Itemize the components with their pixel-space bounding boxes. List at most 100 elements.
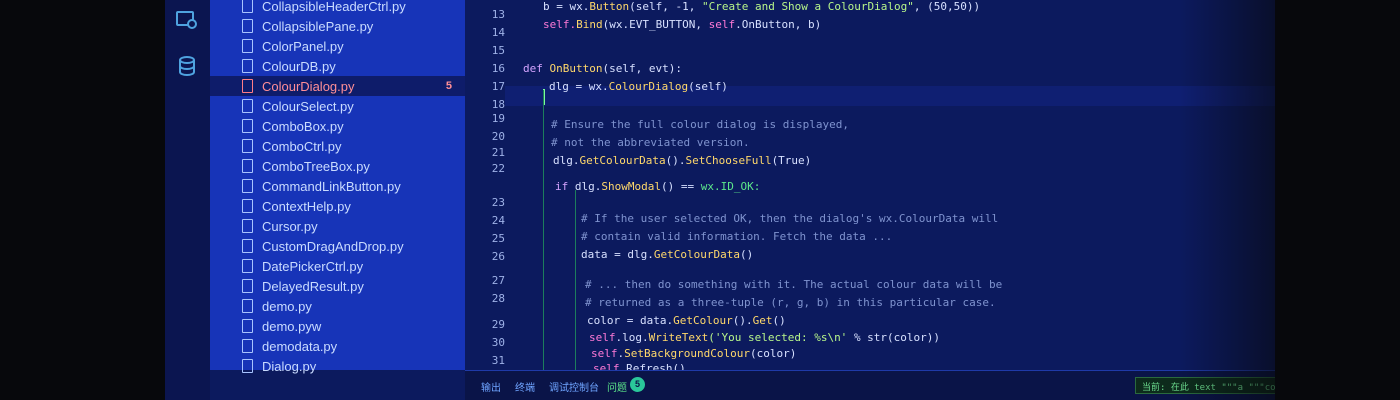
code-line-33: self.SetBackgroundColour(color)	[591, 347, 797, 360]
file-label: CollapsiblePane.py	[262, 18, 374, 34]
file-icon	[242, 239, 253, 253]
file-icon	[242, 359, 253, 373]
file-item[interactable]: demo.py	[210, 296, 465, 316]
line-number: 15	[491, 44, 505, 57]
code-line-34: self.Refresh()	[593, 362, 686, 370]
code-line-21: dlg.GetColourData().SetChooseFull(True)	[553, 154, 812, 167]
code-editor[interactable]: b = wx.Button(self, -1, "Create and Show…	[505, 0, 1275, 370]
file-label: ColourDB.py	[262, 58, 336, 74]
tab-problems[interactable]: 问题	[607, 379, 627, 394]
file-item[interactable]: demodata.py	[210, 336, 465, 356]
line-number: 23	[491, 196, 505, 209]
file-item[interactable]: ColourDialog.py 5	[210, 76, 465, 96]
line-number: 22	[491, 162, 505, 175]
code-line-14: self.Bind(wx.EVT_BUTTON, self.OnButton, …	[543, 18, 822, 31]
file-explorer: CollapsibleHeaderCtrl.py CollapsiblePane.…	[210, 0, 465, 374]
code-line-19: # Ensure the full colour dialog is displ…	[551, 118, 850, 131]
file-icon	[242, 259, 253, 273]
file-item[interactable]: ComboCtrl.py	[210, 136, 465, 156]
status-strip: 当前: 在此 text """a """color module"	[1135, 377, 1275, 394]
file-icon	[242, 79, 253, 93]
file-label: demo.pyw	[262, 318, 322, 334]
file-label: ComboTreeBox.py	[262, 158, 370, 174]
line-number: 19	[491, 112, 505, 125]
code-line-16: def OnButton(self, evt):	[523, 62, 682, 75]
line-number-gutter: 13 14 15 16 17 18 19 20 21 22 23 24 25 26 27 28 29 30 31	[465, 0, 505, 370]
file-icon	[242, 39, 253, 53]
line-number: 17	[491, 80, 505, 93]
code-line-13: b = wx.Button(self, -1, "Create and Show…	[543, 0, 981, 13]
file-item[interactable]: CustomDragAndDrop.py	[210, 236, 465, 256]
file-icon	[242, 139, 253, 153]
problem-count-badge: 5	[445, 80, 452, 92]
file-label: ComboCtrl.py	[262, 138, 342, 154]
file-icon	[242, 339, 253, 353]
file-label: ColourDialog.py	[262, 78, 355, 94]
code-line-17: dlg = wx.ColourDialog(self)	[549, 80, 728, 93]
tab-terminal[interactable]: 终端	[515, 379, 535, 394]
line-number: 24	[491, 214, 505, 227]
file-icon	[242, 179, 253, 193]
file-label: CustomDragAndDrop.py	[262, 238, 404, 254]
file-item[interactable]: ContextHelp.py	[210, 196, 465, 216]
file-item[interactable]: ColorPanel.py	[210, 36, 465, 56]
file-label: DelayedResult.py	[262, 278, 364, 294]
file-label: ComboBox.py	[262, 118, 344, 134]
code-line-26: # contain valid information. Fetch the d…	[581, 230, 893, 243]
code-line-30: # returned as a three-tuple (r, g, b) in…	[585, 296, 996, 309]
file-label: ColourSelect.py	[262, 98, 354, 114]
code-line-27: data = dlg.GetColourData()	[581, 248, 754, 261]
file-icon	[242, 59, 253, 73]
indent-guide	[543, 90, 544, 370]
file-item[interactable]: ComboBox.py	[210, 116, 465, 136]
line-number: 18	[491, 98, 505, 111]
line-number: 16	[491, 62, 505, 75]
line-number: 20	[491, 130, 505, 143]
tab-output[interactable]: 输出	[481, 379, 501, 394]
file-icon	[242, 119, 253, 133]
file-icon	[242, 219, 253, 233]
code-line-25: # If the user selected OK, then the dial…	[581, 212, 999, 225]
file-item[interactable]: Cursor.py	[210, 216, 465, 236]
file-label: demodata.py	[262, 338, 338, 354]
line-number: 25	[491, 232, 505, 245]
folder-sync-icon[interactable]	[175, 8, 199, 32]
line-number: 13	[491, 8, 505, 21]
file-item[interactable]: CommandLinkButton.py	[210, 176, 465, 196]
file-item[interactable]: ColourSelect.py	[210, 96, 465, 116]
database-icon[interactable]	[175, 55, 199, 79]
code-line-32: self.log.WriteText('You selected: %s\n' …	[589, 331, 941, 344]
tab-debug-console[interactable]: 调试控制台	[549, 379, 599, 394]
code-line-23: if dlg.ShowModal() == wx.ID_OK:	[555, 180, 761, 193]
file-label: Cursor.py	[262, 218, 318, 234]
activity-bar	[165, 0, 210, 400]
line-number: 28	[491, 292, 505, 305]
indent-guide	[575, 190, 576, 370]
line-number: 21	[491, 146, 505, 159]
line-number: 14	[491, 26, 505, 39]
ide-window: CollapsibleHeaderCtrl.py CollapsiblePane.…	[165, 0, 1275, 400]
file-item[interactable]: Dialog.py	[210, 356, 465, 376]
file-label: CollapsibleHeaderCtrl.py	[262, 0, 406, 14]
file-item[interactable]: ColourDB.py	[210, 56, 465, 76]
file-item[interactable]: CollapsiblePane.py	[210, 16, 465, 36]
file-label: ColorPanel.py	[262, 38, 344, 54]
file-item[interactable]: DatePickerCtrl.py	[210, 256, 465, 276]
file-label: Dialog.py	[262, 358, 317, 374]
file-label: DatePickerCtrl.py	[262, 258, 364, 274]
line-number: 31	[491, 354, 505, 367]
file-item[interactable]: DelayedResult.py	[210, 276, 465, 296]
file-label: ContextHelp.py	[262, 198, 351, 214]
line-number: 30	[491, 336, 505, 349]
code-line-20: # not the abbreviated version.	[551, 136, 750, 149]
file-icon	[242, 279, 253, 293]
file-item[interactable]: ComboTreeBox.py	[210, 156, 465, 176]
bottom-panel-bar: 输出 终端 调试控制台 问题 5 当前: 在此 text """a """col…	[465, 370, 1275, 400]
line-number: 26	[491, 250, 505, 263]
file-icon	[242, 319, 253, 333]
code-line-31: color = data.GetColour().Get()	[587, 314, 786, 327]
code-line-29: # ... then do something with it. The act…	[585, 278, 1003, 291]
file-item[interactable]: demo.pyw	[210, 316, 465, 336]
file-item[interactable]: CollapsibleHeaderCtrl.py	[210, 0, 465, 16]
file-icon	[242, 159, 253, 173]
